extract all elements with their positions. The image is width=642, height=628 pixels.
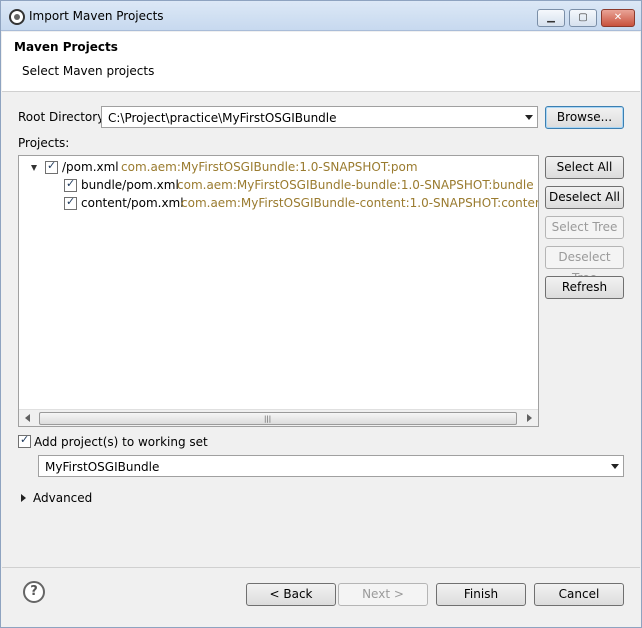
project-checkbox[interactable] xyxy=(64,195,77,210)
finish-button[interactable]: Finish xyxy=(436,583,526,606)
close-button[interactable]: ✕ xyxy=(601,9,635,27)
deselect-all-button[interactable]: Deselect All xyxy=(545,186,624,209)
project-name: content/pom.xml xyxy=(81,196,184,210)
tree-row[interactable]: bundle/pom.xml com.aem:MyFirstOSGIBundle… xyxy=(19,176,538,194)
scrollbar-thumb[interactable]: ||| xyxy=(39,412,517,425)
projects-tree[interactable]: /pom.xml com.aem:MyFirstOSGIBundle:1.0-S… xyxy=(18,155,539,427)
horizontal-scrollbar[interactable]: ||| xyxy=(19,409,538,426)
wizard-header: Maven Projects Select Maven projects xyxy=(2,32,640,92)
projects-label: Projects: xyxy=(18,136,70,150)
tree-row[interactable]: content/pom.xml com.aem:MyFirstOSGIBundl… xyxy=(19,194,538,212)
working-set-checkbox[interactable] xyxy=(18,433,31,448)
cancel-button[interactable]: Cancel xyxy=(534,583,624,606)
expand-arrow-icon[interactable] xyxy=(31,165,37,171)
working-set-combo[interactable]: MyFirstOSGIBundle xyxy=(38,455,624,477)
project-name: bundle/pom.xml xyxy=(81,178,179,192)
working-set-value: MyFirstOSGIBundle xyxy=(45,460,160,474)
eclipse-app-icon xyxy=(9,9,25,25)
maximize-button[interactable]: ▢ xyxy=(569,9,597,27)
minimize-button[interactable]: ▁ xyxy=(537,9,565,27)
title-bar[interactable]: Import Maven Projects ▁ ▢ ✕ xyxy=(1,1,641,31)
refresh-button[interactable]: Refresh xyxy=(545,276,624,299)
footer-divider xyxy=(2,567,640,568)
page-subtitle: Select Maven projects xyxy=(22,64,155,78)
expand-arrow-icon[interactable] xyxy=(21,494,26,502)
page-title: Maven Projects xyxy=(14,40,118,54)
advanced-section-toggle[interactable]: Advanced xyxy=(33,491,92,505)
scroll-right-icon[interactable] xyxy=(527,414,532,422)
window-title: Import Maven Projects xyxy=(29,9,164,23)
working-set-label[interactable]: Add project(s) to working set xyxy=(34,435,208,449)
dropdown-arrow-icon[interactable] xyxy=(525,115,533,120)
next-button[interactable]: Next > xyxy=(338,583,428,606)
help-icon[interactable]: ? xyxy=(23,581,45,603)
scroll-left-icon[interactable] xyxy=(25,414,30,422)
tree-row[interactable]: /pom.xml com.aem:MyFirstOSGIBundle:1.0-S… xyxy=(19,158,538,176)
browse-button[interactable]: Browse... xyxy=(545,106,624,129)
project-checkbox[interactable] xyxy=(64,177,77,192)
import-maven-projects-dialog: Import Maven Projects ▁ ▢ ✕ Maven Projec… xyxy=(0,0,642,628)
dropdown-arrow-icon[interactable] xyxy=(611,464,619,469)
select-tree-button[interactable]: Select Tree xyxy=(545,216,624,239)
project-coordinates: com.aem:MyFirstOSGIBundle-content:1.0-SN… xyxy=(181,196,538,210)
root-directory-value: C:\Project\practice\MyFirstOSGIBundle xyxy=(108,111,337,125)
root-directory-label: Root Directory: xyxy=(18,110,108,124)
select-all-button[interactable]: Select All xyxy=(545,156,624,179)
back-button[interactable]: < Back xyxy=(246,583,336,606)
project-coordinates: com.aem:MyFirstOSGIBundle:1.0-SNAPSHOT:p… xyxy=(121,160,418,174)
root-directory-combo[interactable]: C:\Project\practice\MyFirstOSGIBundle xyxy=(101,106,538,128)
project-checkbox[interactable] xyxy=(45,159,58,174)
scroll-grip: ||| xyxy=(264,415,272,423)
project-coordinates: com.aem:MyFirstOSGIBundle-bundle:1.0-SNA… xyxy=(177,178,534,192)
project-name: /pom.xml xyxy=(62,160,119,174)
deselect-tree-button[interactable]: Deselect Tree xyxy=(545,246,624,285)
